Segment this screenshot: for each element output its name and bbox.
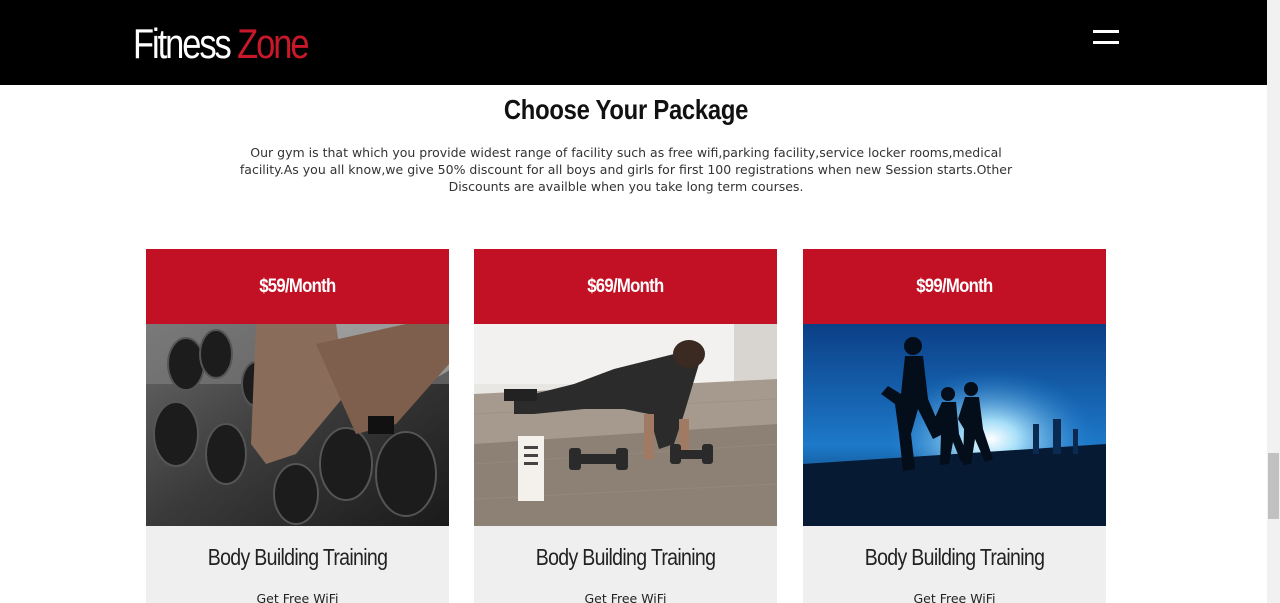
- package-price: $99/Month: [916, 275, 993, 297]
- navbar: Fitness Zone: [0, 0, 1267, 85]
- runners-at-sunset-photo: [803, 324, 1106, 526]
- scrollbar-thumb[interactable]: [1268, 453, 1279, 519]
- package-card[interactable]: $99/Month Body Building Training Get Fre…: [803, 249, 1106, 603]
- package-price: $69/Month: [587, 275, 664, 297]
- package-title: Body Building Training: [864, 544, 1045, 570]
- menu-line: [1093, 30, 1119, 33]
- price-header: $59/Month: [146, 249, 449, 324]
- package-price: $59/Month: [259, 275, 336, 297]
- logo-text-fitness: Fitness: [133, 20, 232, 67]
- section-description: Our gym is that which you provide widest…: [239, 145, 1013, 194]
- menu-line: [1093, 41, 1119, 44]
- package-title: Body Building Training: [535, 544, 716, 570]
- hamburger-menu-icon[interactable]: [1088, 26, 1124, 50]
- price-header: $99/Month: [803, 249, 1106, 324]
- dumbbell-rack-photo: [146, 324, 449, 526]
- package-card[interactable]: $69/Month Body Building Training Get Fre…: [474, 249, 777, 603]
- package-feature: Get Free WiFi: [256, 591, 339, 603]
- price-header: $69/Month: [474, 249, 777, 324]
- logo[interactable]: Fitness Zone: [133, 19, 310, 69]
- package-feature: Get Free WiFi: [913, 591, 996, 603]
- pushup-with-dumbbells-photo: [474, 324, 777, 526]
- package-title: Body Building Training: [207, 544, 388, 570]
- package-feature: Get Free WiFi: [584, 591, 667, 603]
- section-title: Choose Your Package: [503, 94, 749, 125]
- package-card[interactable]: $59/Month Body Building Training Get Fre…: [146, 249, 449, 603]
- logo-text-zone: Zone: [237, 20, 309, 67]
